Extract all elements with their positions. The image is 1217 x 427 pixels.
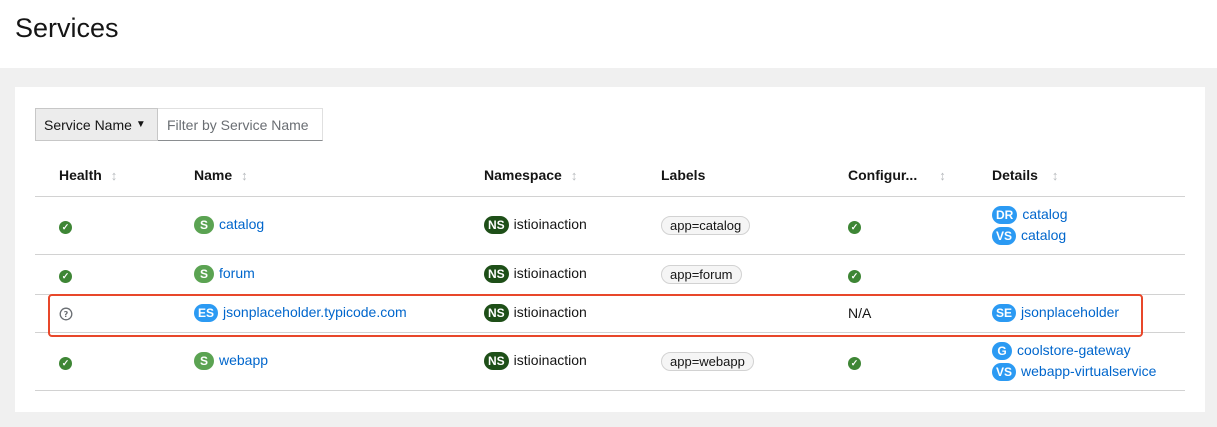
namespace-badge: NS xyxy=(484,265,509,284)
check-circle-icon: ✓ xyxy=(59,356,72,370)
labels-cell: app=forum xyxy=(661,254,848,295)
services-card: Service Name ▼ Health↕ Name↕ Namespace↕ … xyxy=(15,87,1205,412)
namespace-text: istioinaction xyxy=(513,215,587,232)
question-circle-icon: ? xyxy=(59,307,73,321)
gateway-badge: G xyxy=(992,342,1012,361)
header-namespace[interactable]: Namespace ↕ xyxy=(484,155,661,197)
header-health[interactable]: Health ↕ xyxy=(35,155,194,197)
header-configuration[interactable]: Configur... ↕ xyxy=(848,155,992,197)
detail-link[interactable]: catalog xyxy=(1022,206,1067,222)
detail-link[interactable]: catalog xyxy=(1021,227,1066,243)
destination-rule-badge: DR xyxy=(992,206,1018,225)
label-pill: app=forum xyxy=(661,264,742,284)
check-circle-icon: ✓ xyxy=(59,220,72,234)
namespace-cell: NS istioinaction xyxy=(484,254,661,295)
header-details[interactable]: Details ↕ xyxy=(992,155,1185,197)
virtual-service-badge: VS xyxy=(992,363,1017,382)
external-service-badge: ES xyxy=(194,304,219,323)
service-badge: S xyxy=(194,265,214,284)
config-cell: ✓ xyxy=(848,254,992,295)
namespace-cell: NS istioinaction xyxy=(484,196,661,255)
service-link[interactable]: jsonplaceholder.typicode.com xyxy=(223,304,407,320)
namespace-text: istioinaction xyxy=(513,351,587,368)
service-entry-badge: SE xyxy=(992,304,1017,323)
check-circle-icon: ✓ xyxy=(848,269,861,283)
filter-toolbar: Service Name ▼ xyxy=(35,108,323,141)
page-header: Services xyxy=(0,0,1217,68)
sort-icon[interactable]: ↕ xyxy=(111,168,118,183)
table-row: ✓ Swebapp NS istioinaction app=webapp ✓ G… xyxy=(35,332,1185,391)
header-name[interactable]: Name ↕ xyxy=(194,155,484,197)
sort-icon[interactable]: ↕ xyxy=(241,168,248,183)
sort-icon[interactable]: ↕ xyxy=(939,168,946,183)
config-text: N/A xyxy=(848,305,872,321)
caret-down-icon: ▼ xyxy=(135,119,146,130)
namespace-badge: NS xyxy=(484,304,509,323)
name-cell: Scatalog xyxy=(194,196,484,255)
health-cell: ✓ xyxy=(35,254,194,295)
namespace-cell: NS istioinaction xyxy=(484,332,661,391)
page-title: Services xyxy=(15,13,119,43)
name-cell: Sforum xyxy=(194,254,484,295)
check-circle-icon: ✓ xyxy=(59,269,72,283)
sort-icon[interactable]: ↕ xyxy=(571,168,578,183)
detail-link[interactable]: coolstore-gateway xyxy=(1017,342,1131,358)
namespace-badge: NS xyxy=(484,352,509,371)
service-badge: S xyxy=(194,216,214,235)
namespace-cell: NS istioinaction xyxy=(484,294,661,333)
health-cell: ✓ xyxy=(35,332,194,391)
filter-type-label: Service Name xyxy=(44,116,132,133)
config-cell: ✓ xyxy=(848,332,992,391)
service-link[interactable]: catalog xyxy=(219,216,264,232)
sort-icon[interactable]: ↕ xyxy=(1052,168,1059,183)
virtual-service-badge: VS xyxy=(992,227,1017,246)
svg-text:?: ? xyxy=(64,310,69,319)
check-circle-icon: ✓ xyxy=(848,220,861,234)
labels-cell xyxy=(661,294,848,333)
namespace-text: istioinaction xyxy=(513,264,587,281)
table-row: ? ES jsonplaceholder.typicode.com NS istio… xyxy=(35,294,1185,333)
details-cell: DR catalog VS catalog xyxy=(992,196,1185,255)
config-cell: N/A xyxy=(848,294,992,333)
label-pill: app=webapp xyxy=(661,351,754,371)
table-row: ✓ Sforum NS istioinaction app=forum ✓ xyxy=(35,254,1185,295)
labels-cell: app=webapp xyxy=(661,332,848,391)
health-cell: ✓ xyxy=(35,196,194,255)
details-cell: Gcoolstore-gateway VS webapp-virtualservi… xyxy=(992,332,1185,391)
services-table: Health ↕ Name ↕ Namespace ↕ Labels Configur… xyxy=(35,155,1185,391)
service-link[interactable]: forum xyxy=(219,265,255,281)
detail-link[interactable]: webapp-virtualservice xyxy=(1021,363,1156,379)
table-header-row: Health ↕ Name ↕ Namespace ↕ Labels Configur… xyxy=(35,155,1185,197)
namespace-text: istioinaction xyxy=(513,303,587,320)
labels-cell: app=catalog xyxy=(661,196,848,255)
service-badge: S xyxy=(194,352,214,371)
details-cell xyxy=(992,254,1185,295)
config-cell: ✓ xyxy=(848,196,992,255)
label-pill: app=catalog xyxy=(661,215,751,235)
service-link[interactable]: webapp xyxy=(219,352,268,368)
filter-type-dropdown[interactable]: Service Name ▼ xyxy=(35,108,158,141)
health-cell: ? xyxy=(35,294,194,333)
header-labels: Labels xyxy=(661,155,848,197)
details-cell: SE jsonplaceholder xyxy=(992,294,1185,333)
namespace-badge: NS xyxy=(484,216,509,235)
name-cell: Swebapp xyxy=(194,332,484,391)
table-row: ✓ Scatalog NS istioinaction app=catalog ✓… xyxy=(35,196,1185,255)
name-cell: ES jsonplaceholder.typicode.com xyxy=(194,294,484,333)
detail-link[interactable]: jsonplaceholder xyxy=(1021,304,1119,320)
check-circle-icon: ✓ xyxy=(848,356,861,370)
filter-input[interactable] xyxy=(158,108,323,141)
